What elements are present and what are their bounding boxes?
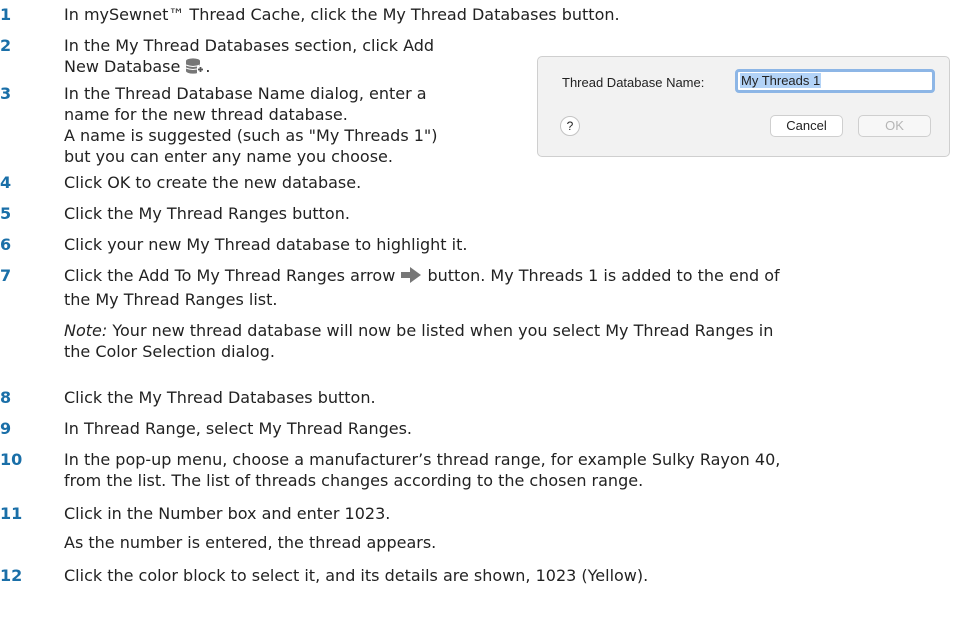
step-text: Click your new My Thread database to hig… xyxy=(64,235,468,254)
step-text: In mySewnet™ Thread Cache, click the My … xyxy=(64,5,620,24)
step-number: 11 xyxy=(0,504,23,523)
step-number: 1 xyxy=(0,5,12,24)
note-text: Your new thread database will now be lis… xyxy=(112,321,774,340)
step-text: In the Thread Database Name dialog, ente… xyxy=(64,84,427,103)
thread-database-name-input[interactable]: My Threads 1 xyxy=(735,69,935,93)
step-text: button. My Threads 1 is added to the end… xyxy=(427,266,780,285)
database-add-icon xyxy=(185,57,205,80)
step-text: Click the color block to select it, and … xyxy=(64,566,649,585)
step-number: 4 xyxy=(0,173,12,192)
step-number: 2 xyxy=(0,36,12,55)
right-arrow-icon xyxy=(400,266,422,289)
step-text: In the pop-up menu, choose a manufacture… xyxy=(64,450,781,469)
step-number: 3 xyxy=(0,84,12,103)
step-number: 9 xyxy=(0,419,12,438)
step-text: In Thread Range, select My Thread Ranges… xyxy=(64,419,413,438)
step-text: In the My Thread Databases section, clic… xyxy=(64,36,435,55)
step-text: New Database xyxy=(64,57,181,76)
step-number: 8 xyxy=(0,388,12,407)
step-number: 7 xyxy=(0,266,12,285)
help-button[interactable]: ? xyxy=(560,116,580,136)
thread-database-name-dialog: Thread Database Name: My Threads 1 ? Can… xyxy=(537,56,950,157)
step-text: the My Thread Ranges list. xyxy=(64,290,278,309)
step-text: Click the My Thread Ranges button. xyxy=(64,204,350,223)
step-number: 12 xyxy=(0,566,23,585)
step-text: name for the new thread database. xyxy=(64,105,348,124)
input-selected-text: My Threads 1 xyxy=(740,73,822,88)
step-text: Click OK to create the new database. xyxy=(64,173,362,192)
ok-button[interactable]: OK xyxy=(858,115,931,137)
step-text: Click the My Thread Databases button. xyxy=(64,388,376,407)
thread-database-name-label: Thread Database Name: xyxy=(562,75,705,90)
step-text: but you can enter any name you choose. xyxy=(64,147,393,166)
step-text: Click the Add To My Thread Ranges arrow xyxy=(64,266,396,285)
step-number: 5 xyxy=(0,204,12,223)
step-text: A name is suggested (such as "My Threads… xyxy=(64,126,438,145)
note-label: Note: xyxy=(64,321,108,340)
step-text: As the number is entered, the thread app… xyxy=(64,533,437,552)
note-text: the Color Selection dialog. xyxy=(64,342,275,361)
step-text: from the list. The list of threads chang… xyxy=(64,471,644,490)
step-text: Click in the Number box and enter 1023. xyxy=(64,504,391,523)
step-number: 6 xyxy=(0,235,12,254)
cancel-button[interactable]: Cancel xyxy=(770,115,843,137)
step-number: 10 xyxy=(0,450,23,469)
